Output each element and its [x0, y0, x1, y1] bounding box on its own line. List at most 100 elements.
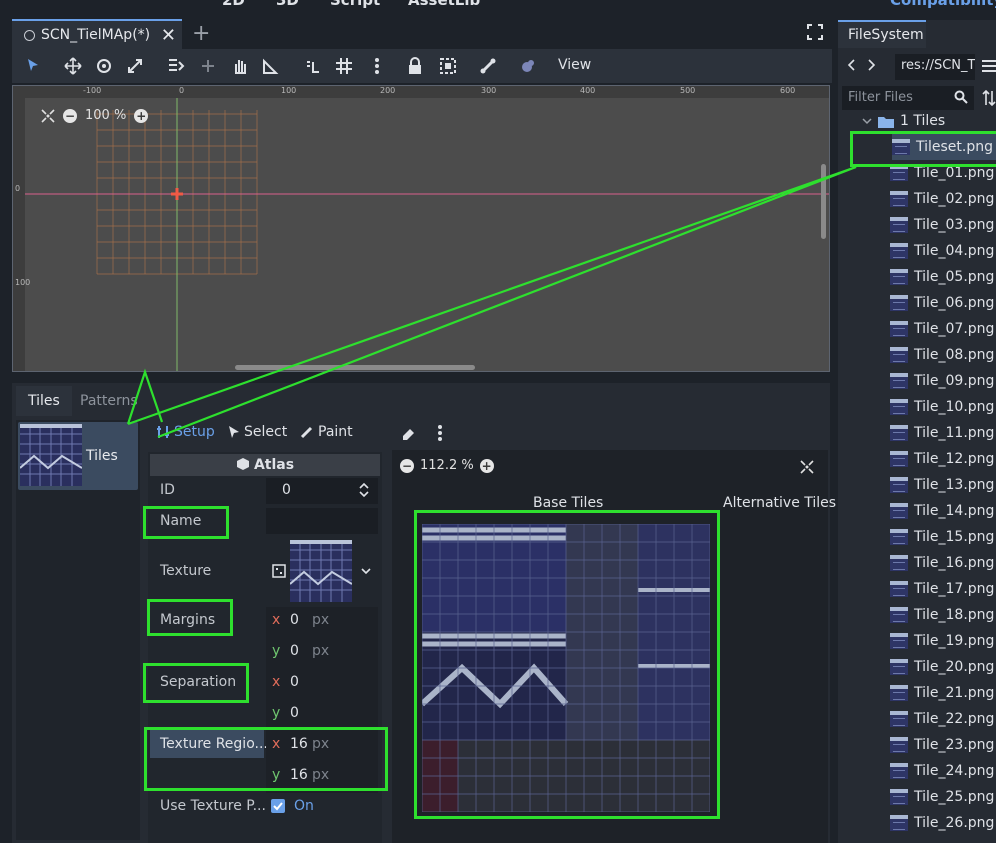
fullscreen-icon[interactable]	[807, 24, 823, 40]
rotate-mode-icon[interactable]	[95, 57, 113, 75]
file-row[interactable]: Tile_14.png	[890, 498, 994, 524]
chevron-left-icon[interactable]	[846, 58, 856, 72]
ruler-icon[interactable]	[262, 57, 280, 75]
texture-region-y-value[interactable]: 16	[290, 767, 308, 783]
margins-y-value[interactable]: 0	[290, 643, 299, 659]
camera-icon[interactable]	[518, 57, 536, 75]
scale-mode-icon[interactable]	[126, 57, 144, 75]
smart-snap-icon[interactable]	[304, 57, 322, 75]
scene-tab-active[interactable]: SCN_TielMAp(*) ✕	[12, 19, 182, 49]
file-row[interactable]: Tile_24.png	[890, 758, 994, 784]
file-row[interactable]: Tile_26.png	[890, 810, 994, 836]
file-row[interactable]: Tile_05.png	[890, 264, 994, 290]
chevron-down-icon[interactable]	[360, 566, 372, 576]
select-mode-icon[interactable]	[24, 57, 42, 75]
file-row[interactable]: Tile_06.png	[890, 290, 994, 316]
sort-icon[interactable]	[982, 90, 996, 106]
separation-y-value[interactable]: 0	[290, 705, 299, 721]
vertical-scrollbar[interactable]	[821, 164, 826, 239]
bone-icon[interactable]	[479, 57, 497, 75]
paint-tool[interactable]: Paint	[300, 424, 353, 440]
zoom-in-icon[interactable]: +	[479, 458, 494, 473]
renderer-label[interactable]: Compatibility	[890, 0, 996, 9]
tileset-atlas-image	[422, 524, 710, 812]
texture-region-x-value[interactable]: 16	[290, 736, 308, 752]
menu-assetlib[interactable]: AssetLib	[408, 0, 480, 9]
file-row[interactable]: Tile_01.png	[890, 160, 994, 186]
checkbox-checked-icon[interactable]	[271, 799, 285, 813]
file-row[interactable]: Tile_11.png	[890, 420, 994, 446]
more-options-icon[interactable]	[434, 424, 446, 442]
id-spinbox[interactable]: 0	[266, 478, 378, 504]
atlas-zoom-level[interactable]: 112.2 %	[420, 458, 474, 473]
pivot-icon[interactable]	[199, 57, 217, 75]
file-row[interactable]: Tile_23.png	[890, 732, 994, 758]
center-view-icon[interactable]	[800, 460, 814, 474]
scene-viewport[interactable]: -100 0 100 200 300 400 500 600 0 100 − 1…	[12, 85, 830, 372]
move-mode-icon[interactable]	[64, 57, 82, 75]
file-row[interactable]: Tile_20.png	[890, 654, 994, 680]
file-row[interactable]: Tile_19.png	[890, 628, 994, 654]
texture-preview[interactable]	[290, 540, 352, 602]
viewport-grid	[25, 98, 829, 371]
image-file-icon	[890, 685, 908, 701]
zoom-out-icon[interactable]: −	[63, 108, 77, 123]
use-texture-padding-value[interactable]: On	[294, 798, 314, 814]
grid-snap-icon[interactable]	[335, 57, 353, 75]
file-row[interactable]: Tile_12.png	[890, 446, 994, 472]
view-menu[interactable]: View	[558, 57, 591, 73]
file-row[interactable]: Tile_13.png	[890, 472, 994, 498]
file-row[interactable]: Tile_21.png	[890, 680, 994, 706]
file-row[interactable]: Tile_07.png	[890, 316, 994, 342]
tab-tiles[interactable]: Tiles	[16, 386, 72, 416]
menu-3d[interactable]: 3D	[276, 0, 299, 9]
group-icon[interactable]	[439, 57, 457, 75]
list-select-icon[interactable]	[167, 57, 185, 75]
chevron-down-icon[interactable]	[862, 116, 872, 126]
viewport-zoom-level[interactable]: 100 %	[85, 108, 126, 123]
file-label: Tile_07.png	[914, 321, 995, 337]
menu-2d[interactable]: 2D	[222, 0, 245, 9]
file-row[interactable]: Tile_08.png	[890, 342, 994, 368]
tile-source-item[interactable]: Tiles	[18, 422, 138, 490]
pan-icon[interactable]	[231, 57, 249, 75]
eraser-icon[interactable]	[400, 426, 416, 440]
file-row[interactable]: Tile_04.png	[890, 238, 994, 264]
spin-arrows-icon[interactable]	[358, 482, 370, 498]
menu-script[interactable]: Script	[330, 0, 380, 9]
file-row[interactable]: Tile_03.png	[890, 212, 994, 238]
file-row[interactable]: Tile_10.png	[890, 394, 994, 420]
file-row[interactable]: Tile_02.png	[890, 186, 994, 212]
folder-row[interactable]: 1 Tiles	[862, 110, 945, 132]
path-field[interactable]: res://SCN_TI	[895, 54, 975, 80]
margins-x-value[interactable]: 0	[290, 612, 299, 628]
name-field[interactable]	[266, 508, 378, 534]
tab-patterns[interactable]: Patterns	[68, 386, 150, 416]
tab-filesystem[interactable]: FileSystem	[838, 20, 926, 48]
pointer-icon	[228, 425, 240, 439]
lock-icon[interactable]	[406, 57, 424, 75]
file-row[interactable]: Tile_17.png	[890, 576, 994, 602]
zoom-out-icon[interactable]: −	[400, 458, 414, 473]
file-row[interactable]: Tile_25.png	[890, 784, 994, 810]
file-row[interactable]: Tile_18.png	[890, 602, 994, 628]
chevron-right-icon[interactable]	[867, 58, 877, 72]
center-view-icon[interactable]	[41, 108, 55, 123]
separation-x-value[interactable]: 0	[290, 674, 299, 690]
select-tool[interactable]: Select	[228, 424, 287, 440]
close-icon[interactable]: ✕	[161, 25, 176, 46]
file-row[interactable]: Tile_15.png	[890, 524, 994, 550]
more-options-icon[interactable]	[368, 57, 386, 75]
tile-source-label: Tiles	[86, 448, 118, 464]
file-row[interactable]: Tile_16.png	[890, 550, 994, 576]
split-view-icon[interactable]	[982, 58, 996, 74]
file-row[interactable]: Tile_09.png	[890, 368, 994, 394]
add-tab-icon[interactable]: +	[192, 21, 210, 46]
setup-tool[interactable]: Setup	[156, 424, 215, 440]
file-row-selected[interactable]: Tileset.png	[892, 134, 996, 160]
file-row[interactable]: Tile_22.png	[890, 706, 994, 732]
zoom-in-icon[interactable]: +	[134, 108, 149, 123]
separation-field[interactable]	[266, 669, 378, 731]
atlas-view[interactable]: − 112.2 % + Base Tiles Alternative Tiles	[392, 450, 836, 843]
horizontal-scrollbar[interactable]	[235, 365, 475, 370]
